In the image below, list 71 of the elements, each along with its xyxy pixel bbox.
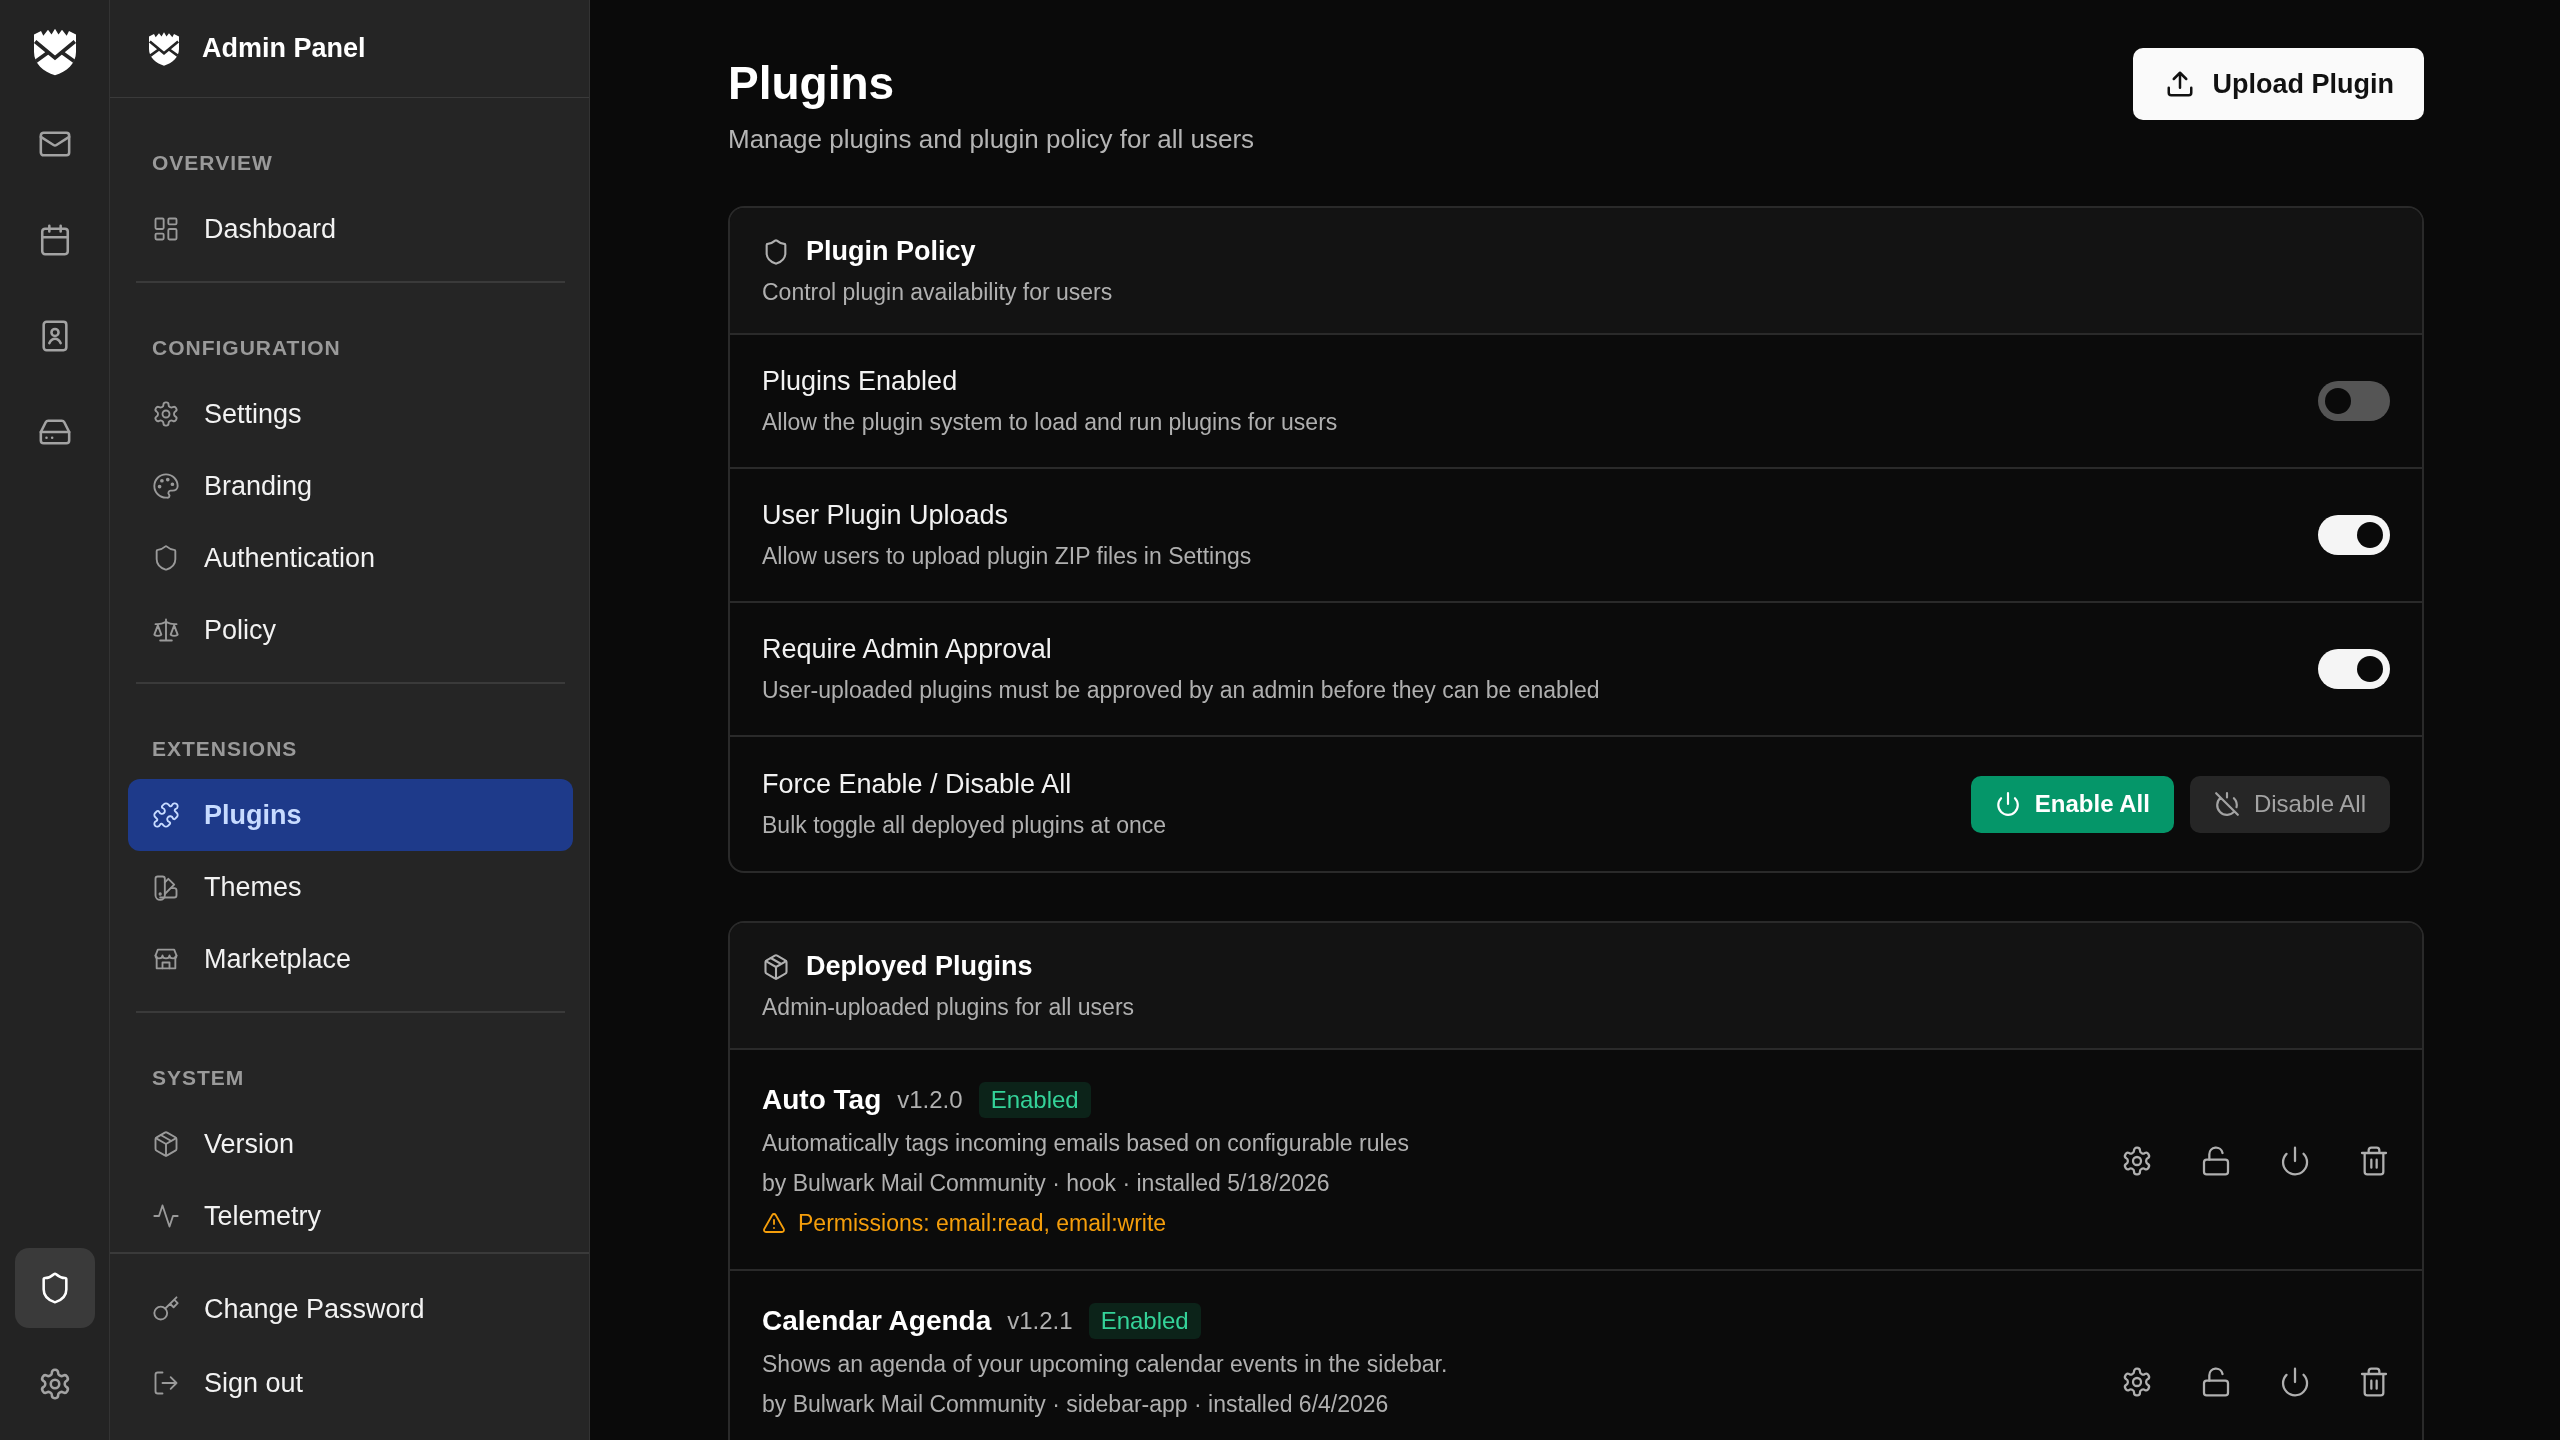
sidebar-item[interactable]: Plugins xyxy=(128,779,573,851)
sidebar-item[interactable]: Telemetry xyxy=(128,1180,573,1252)
unlocked-lock-icon[interactable] xyxy=(2200,1144,2232,1177)
unlocked-lock-icon[interactable] xyxy=(2200,1365,2232,1398)
key-icon xyxy=(152,1295,180,1323)
plugin-description: Shows an agenda of your upcoming calendar events in the sidebar. xyxy=(762,1350,1448,1379)
sidebar-item[interactable]: Version xyxy=(128,1108,573,1180)
toggle-switch[interactable] xyxy=(2318,649,2390,689)
puzzle-icon xyxy=(152,801,180,829)
warning-icon xyxy=(762,1211,786,1235)
sidebar-item[interactable]: Change Password xyxy=(128,1272,573,1346)
page-title: Plugins xyxy=(728,56,896,110)
power-off-icon xyxy=(2213,791,2240,817)
scale-icon xyxy=(152,616,180,644)
section-heading: EXTENSIONS xyxy=(151,737,299,761)
sidebar-item[interactable]: Policy xyxy=(128,594,573,666)
plugin-name: Calendar Agenda xyxy=(762,1305,992,1337)
toggle-switch[interactable] xyxy=(2318,381,2390,421)
card-subtitle: Admin-uploaded plugins for all users xyxy=(762,994,1136,1021)
settings-icon xyxy=(152,400,180,428)
card-subtitle: Control plugin availability for users xyxy=(762,279,1114,306)
toggle-switch[interactable] xyxy=(2318,515,2390,555)
box-icon xyxy=(152,1130,180,1158)
setting-label: Force Enable / Disable All xyxy=(762,769,1073,800)
power-icon[interactable] xyxy=(2279,1144,2311,1177)
swatch-icon xyxy=(152,873,180,901)
sidebar-item[interactable]: Settings xyxy=(128,378,573,450)
admin-rail-button[interactable] xyxy=(14,1248,95,1328)
section-heading: SYSTEM xyxy=(151,1066,246,1090)
setting-description: Allow the plugin system to load and run plugins for users xyxy=(762,409,1338,436)
plugin-name: Auto Tag xyxy=(762,1084,882,1116)
palette-icon xyxy=(152,472,180,500)
sidebar-item[interactable]: Dashboard xyxy=(128,193,573,265)
logout-icon xyxy=(152,1369,180,1397)
setting-label: User Plugin Uploads xyxy=(762,500,1010,531)
trash-icon[interactable] xyxy=(2358,1365,2390,1398)
card-title: Deployed Plugins xyxy=(806,951,1033,982)
power-icon xyxy=(1994,791,2021,817)
sidebar-item[interactable]: Sign out xyxy=(128,1346,573,1420)
dashboard-icon xyxy=(152,215,180,243)
setting-description: Allow users to upload plugin ZIP files in Settings xyxy=(762,543,1252,570)
section-heading: CONFIGURATION xyxy=(151,336,342,360)
panel-title: Admin Panel xyxy=(202,33,366,64)
sidebar-item[interactable]: Marketplace xyxy=(128,923,573,995)
setting-description: Bulk toggle all deployed plugins at once xyxy=(762,812,1167,839)
disable-all-button[interactable]: Disable All xyxy=(2189,775,2390,833)
enable-all-button[interactable]: Enable All xyxy=(1970,775,2174,833)
activity-icon xyxy=(152,1202,180,1230)
setting-label: Require Admin Approval xyxy=(762,634,1053,665)
card-title: Plugin Policy xyxy=(806,236,976,267)
plugin-meta: by Bulwark Mail Community · sidebar-app · installed 6/4/2026 xyxy=(762,1390,1390,1419)
plugin-meta: by Bulwark Mail Community · hook · installed 5/18/2026 xyxy=(762,1169,1331,1198)
settings-icon[interactable] xyxy=(2121,1365,2153,1398)
status-badge: Enabled xyxy=(978,1082,1091,1118)
plugin-version: v1.2.0 xyxy=(897,1086,963,1114)
sidebar-item[interactable]: Authentication xyxy=(128,522,573,594)
settings-icon[interactable] xyxy=(2121,1144,2153,1177)
upload-plugin-button[interactable]: Upload Plugin xyxy=(2132,48,2424,120)
plugin-version: v1.2.1 xyxy=(1007,1307,1073,1335)
plugin-description: Automatically tags incoming emails based on configurable rules xyxy=(762,1129,1409,1158)
status-badge: Enabled xyxy=(1088,1303,1201,1339)
setting-description: User-uploaded plugins must be approved by an admin before they can be enabled xyxy=(762,677,1600,704)
permissions-text: Permissions: email:read, email:write xyxy=(798,1209,1167,1238)
sidebar-item[interactable]: Themes xyxy=(128,851,573,923)
box-icon xyxy=(762,952,790,981)
setting-label: Plugins Enabled xyxy=(762,366,959,397)
page-subtitle: Manage plugins and plugin policy for all users xyxy=(728,124,1255,155)
power-icon[interactable] xyxy=(2279,1365,2311,1398)
trash-icon[interactable] xyxy=(2358,1144,2390,1177)
section-heading: OVERVIEW xyxy=(151,151,274,175)
sidebar-item[interactable]: Branding xyxy=(128,450,573,522)
